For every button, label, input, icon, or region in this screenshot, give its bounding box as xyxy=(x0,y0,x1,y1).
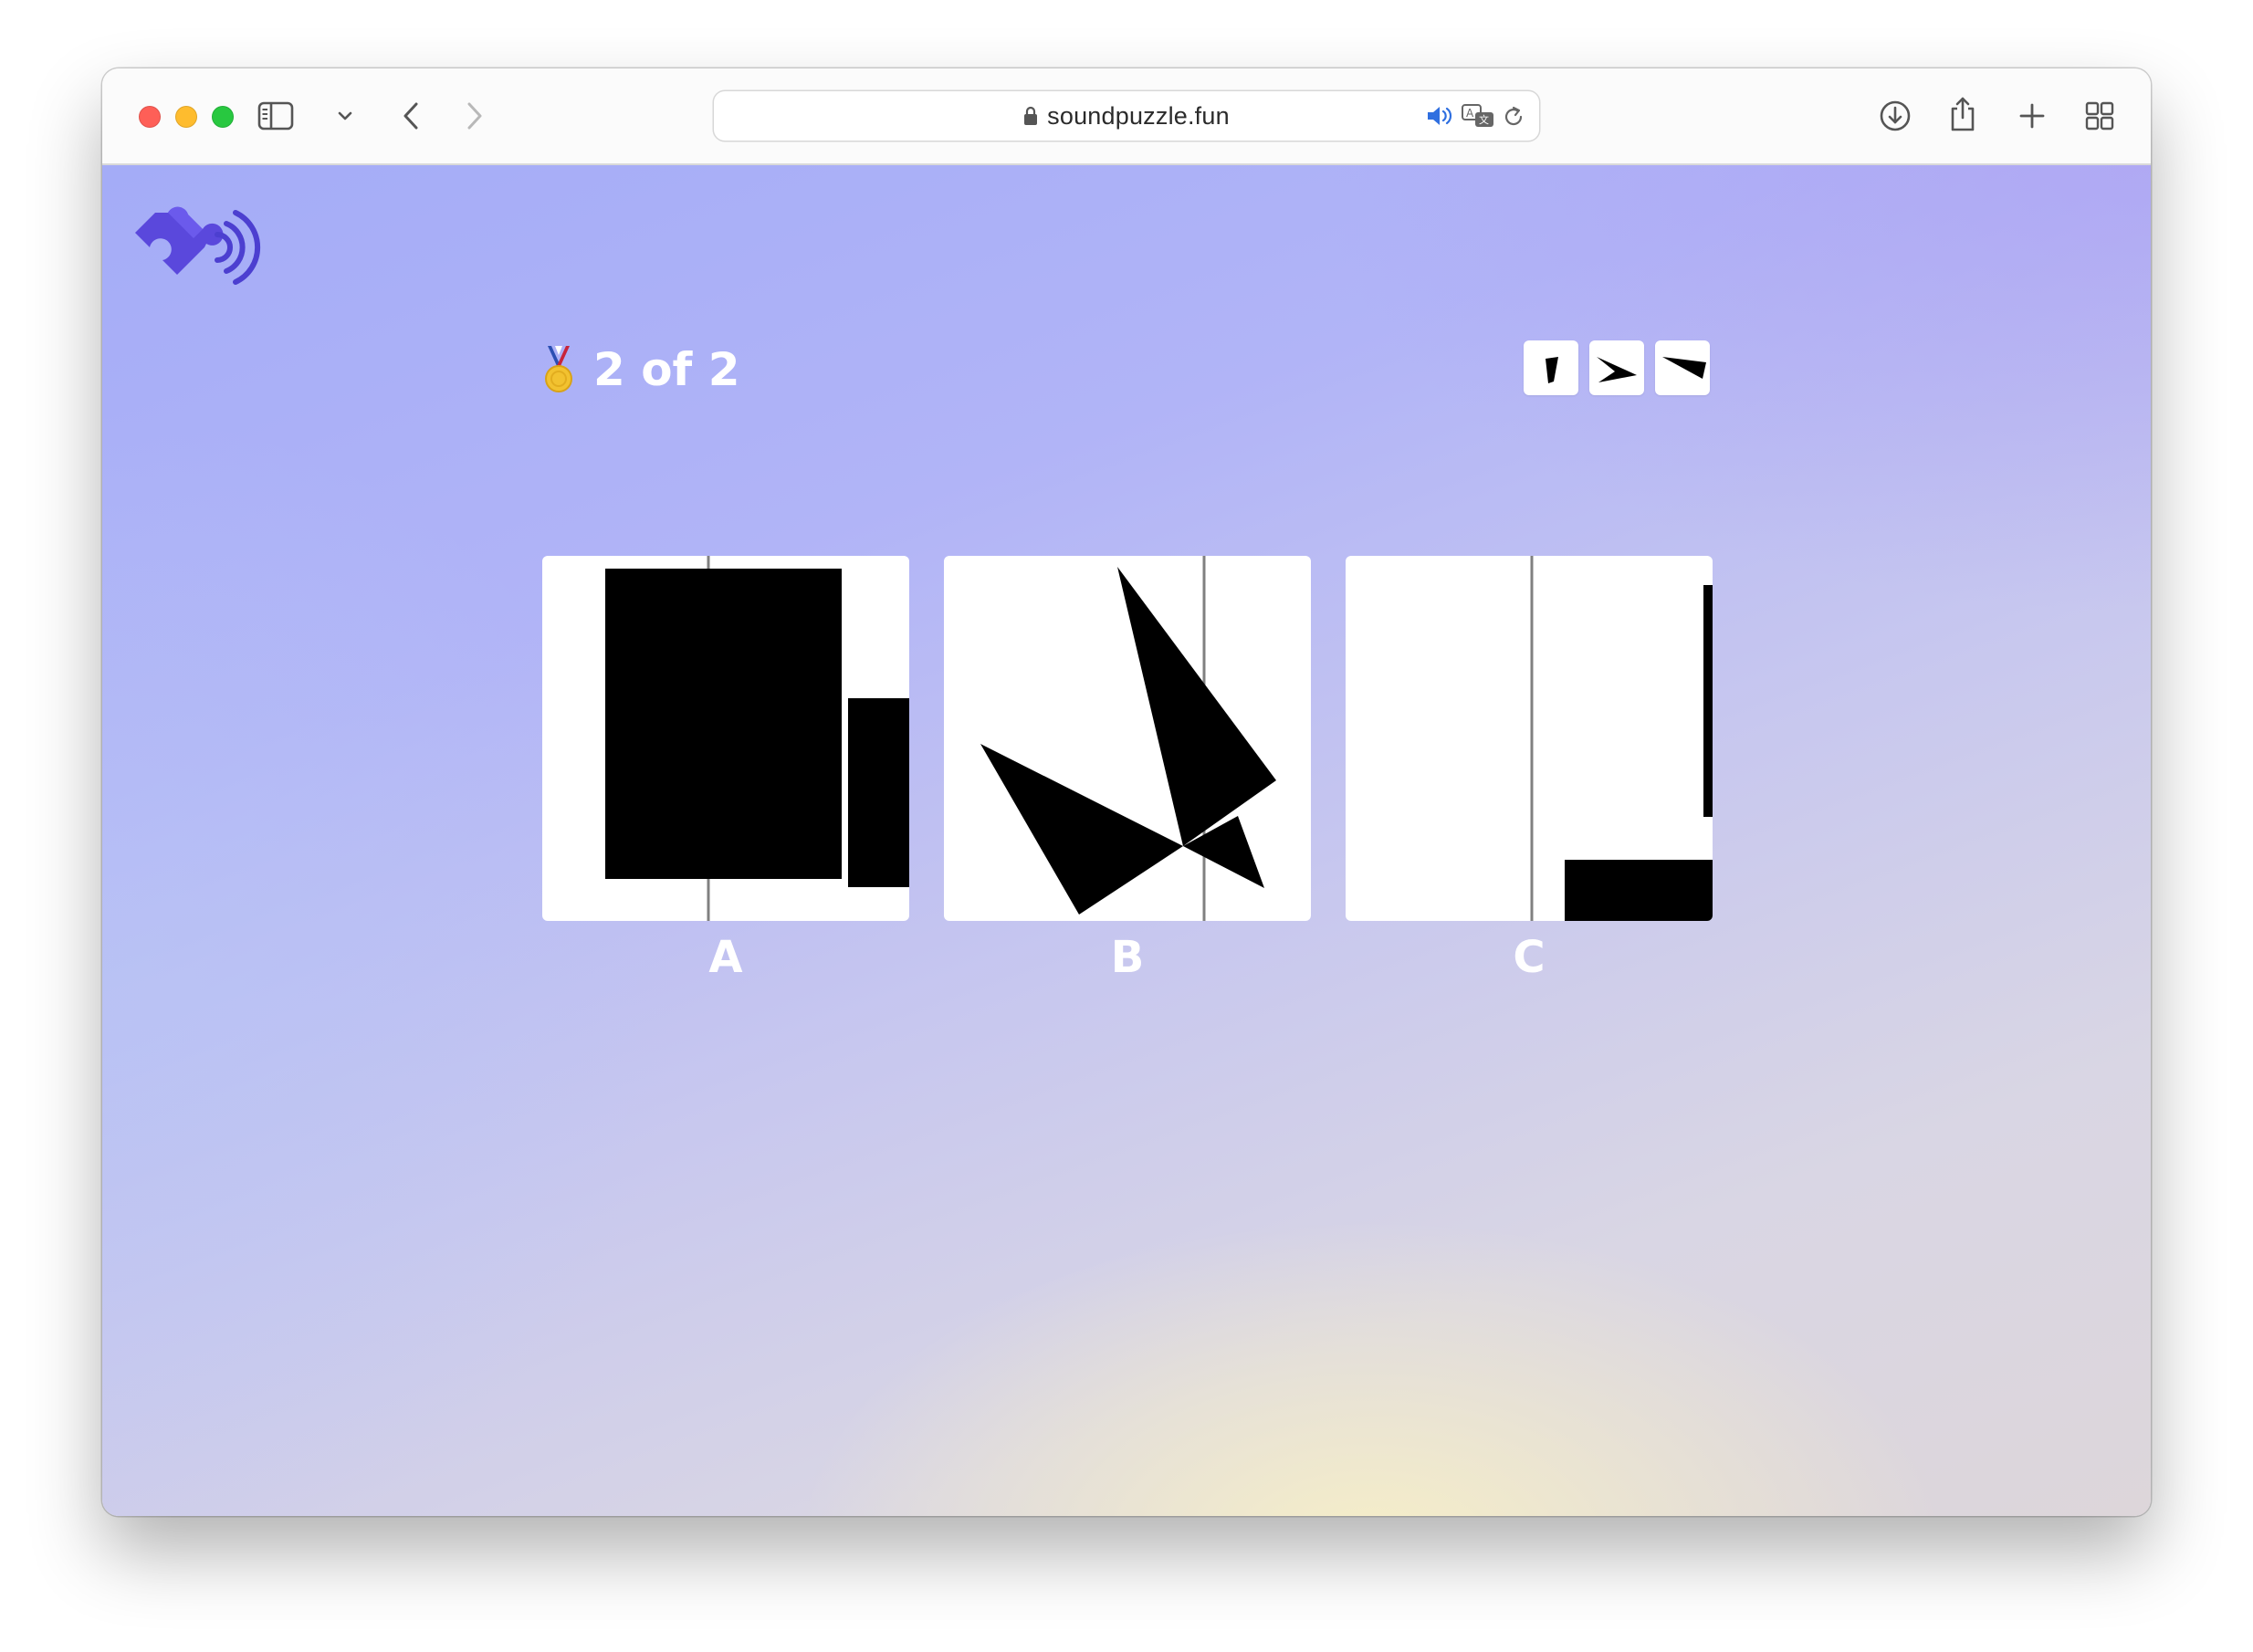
zoom-window-button[interactable] xyxy=(212,106,234,128)
speaker-icon[interactable] xyxy=(1426,104,1455,128)
close-window-button[interactable] xyxy=(139,106,161,128)
share-icon[interactable] xyxy=(1946,96,1979,132)
piece-shape-2[interactable] xyxy=(1589,340,1644,395)
chevron-down-icon[interactable] xyxy=(336,107,354,125)
address-bar[interactable]: soundpuzzle.fun A 文 xyxy=(714,91,1539,141)
answer-options: A B C xyxy=(542,556,1713,983)
progress-indicator: 2 of 2 xyxy=(540,342,740,397)
medal-icon xyxy=(540,344,577,395)
back-icon[interactable] xyxy=(394,99,427,132)
progress-text: 2 of 2 xyxy=(593,343,740,396)
minimize-window-button[interactable] xyxy=(175,106,197,128)
lock-icon xyxy=(1023,106,1038,126)
option-card-b[interactable] xyxy=(944,556,1311,921)
svg-text:A: A xyxy=(1466,107,1474,120)
svg-text:文: 文 xyxy=(1479,113,1489,126)
browser-window: soundpuzzle.fun A 文 2 of 2 A B C xyxy=(102,68,2151,1516)
option-card-c[interactable] xyxy=(1346,556,1713,921)
option-label-a: A xyxy=(708,932,743,983)
tabs-grid-icon[interactable] xyxy=(2083,99,2116,132)
option-label-b: B xyxy=(1110,932,1145,983)
piece-shape-3[interactable] xyxy=(1655,340,1710,395)
reload-icon[interactable] xyxy=(1501,104,1526,130)
pieces-tray xyxy=(1524,340,1710,395)
option-label-c: C xyxy=(1513,932,1546,983)
option-card-a[interactable] xyxy=(542,556,909,921)
browser-toolbar: soundpuzzle.fun A 文 xyxy=(102,68,2151,165)
translate-icon[interactable]: A 文 xyxy=(1461,102,1495,130)
puzzle-sound-logo-icon[interactable] xyxy=(128,194,265,295)
sidebar-icon[interactable] xyxy=(257,99,294,132)
download-icon[interactable] xyxy=(1879,99,1912,132)
plus-icon[interactable] xyxy=(2016,99,2049,132)
piece-shape-1[interactable] xyxy=(1524,340,1578,395)
url-text: soundpuzzle.fun xyxy=(1047,101,1230,130)
page-content: 2 of 2 A B C xyxy=(102,165,2151,1516)
forward-icon[interactable] xyxy=(458,99,491,132)
